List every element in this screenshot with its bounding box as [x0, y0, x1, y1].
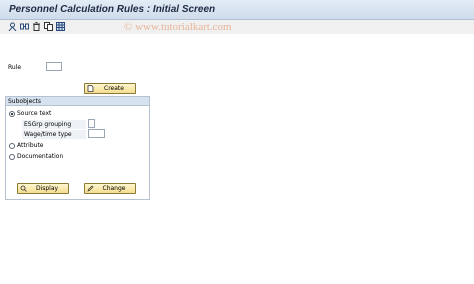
source-text-radio[interactable] — [9, 111, 15, 117]
subobjects-group: Subobjects Source text ESGrp grouping Wa… — [5, 96, 150, 200]
esgrp-label: ESGrp grouping — [24, 120, 72, 128]
wage-type-input[interactable] — [88, 129, 105, 138]
rule-label: Rule — [8, 64, 22, 71]
wage-type-input-field[interactable] — [89, 130, 104, 137]
attribute-radio[interactable] — [9, 143, 15, 149]
other-object-icon[interactable] — [8, 22, 17, 31]
documentation-label: Documentation — [17, 153, 64, 160]
change-button-label: Change — [102, 185, 126, 192]
application-toolbar — [0, 20, 474, 34]
esgrp-input-field[interactable] — [89, 120, 94, 127]
delete-icon[interactable] — [32, 22, 41, 31]
source-text-label: Source text — [17, 110, 52, 117]
main-content: Rule Create Subobjects Source text ESGrp… — [0, 34, 474, 284]
attribute-label: Attribute — [17, 142, 44, 149]
subobjects-header: Subobjects — [6, 97, 149, 106]
where-used-icon[interactable] — [20, 22, 29, 31]
change-button[interactable]: Change — [84, 183, 136, 194]
documentation-radio[interactable] — [9, 154, 15, 160]
overview-icon[interactable] — [56, 22, 65, 31]
wage-type-label: Wage/time type — [24, 130, 72, 138]
rule-input-field[interactable] — [47, 63, 61, 70]
page-title: Personnel Calculation Rules : Initial Sc… — [9, 4, 216, 15]
create-button-label: Create — [104, 85, 124, 92]
title-bar: Personnel Calculation Rules : Initial Sc… — [0, 0, 474, 20]
display-button[interactable]: Display — [17, 183, 69, 194]
display-button-label: Display — [35, 185, 59, 192]
create-button[interactable]: Create — [84, 83, 136, 94]
watermark: © www.tutorialkart.com — [124, 21, 232, 33]
copy-icon[interactable] — [44, 22, 53, 31]
esgrp-input[interactable] — [88, 119, 95, 128]
rule-input[interactable] — [46, 62, 62, 71]
